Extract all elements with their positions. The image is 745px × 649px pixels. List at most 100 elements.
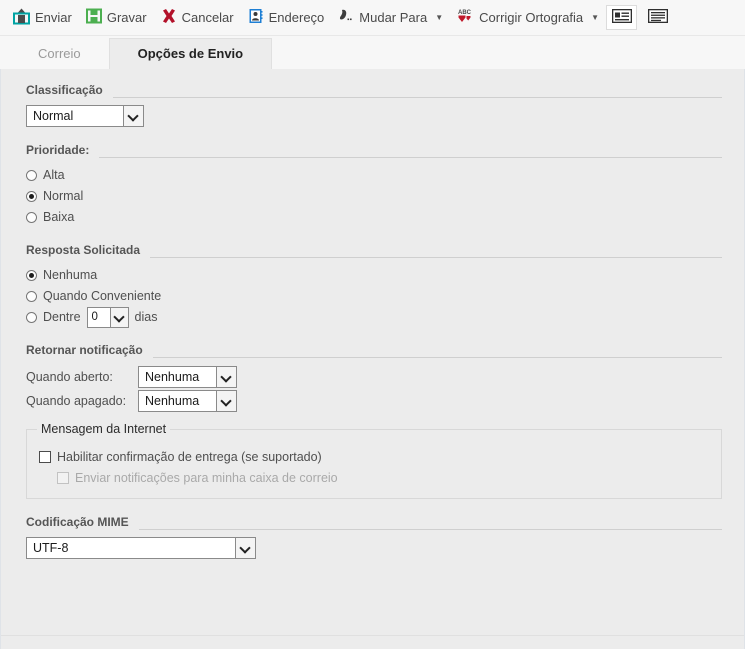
retornar-rule	[152, 356, 722, 358]
mime-select-arrow[interactable]	[235, 538, 255, 558]
resposta-label-dentre: Dentre	[43, 310, 81, 324]
resposta-dias-suffix: dias	[134, 310, 158, 324]
checkbox-label-habilitar-confirmacao: Habilitar confirmação de entrega (se sup…	[57, 449, 322, 464]
prioridade-option-normal[interactable]: Normal	[26, 186, 722, 206]
radio-alta-icon[interactable]	[26, 169, 37, 181]
checkbox-habilitar-confirmacao-icon[interactable]	[39, 450, 51, 463]
view-layout-side-button[interactable]	[606, 5, 638, 30]
classificacao-select-value: Normal	[33, 109, 74, 123]
toolbar-button-gravar[interactable]: Gravar	[79, 5, 154, 30]
retornar-select-aberto-arrow[interactable]	[216, 367, 236, 387]
retornar-row-aberto: Quando aberto: Nenhuma	[26, 365, 722, 389]
svg-text:ABC: ABC	[458, 10, 472, 16]
toolbar-label-gravar: Gravar	[106, 10, 147, 25]
main-toolbar: Enviar Gravar Cancelar Endereço Mudar Pa…	[0, 0, 745, 36]
toolbar-label-cancelar: Cancelar	[181, 10, 234, 25]
toolbar-button-cancelar[interactable]: Cancelar	[154, 5, 241, 30]
chevron-down-icon[interactable]: ▼	[435, 13, 443, 22]
resposta-option-quando-conveniente[interactable]: Quando Conveniente	[26, 286, 722, 306]
toolbar-label-mudar-para: Mudar Para	[359, 10, 428, 25]
checkbox-row-habilitar-confirmacao[interactable]: Habilitar confirmação de entrega (se sup…	[39, 446, 721, 467]
section-classificacao: Classificação Normal	[26, 83, 722, 127]
toolbar-button-enviar[interactable]: Enviar	[6, 5, 79, 31]
cancel-icon	[161, 8, 177, 27]
toolbar-button-endereco[interactable]: Endereço	[241, 5, 332, 30]
resposta-label-quando-conveniente: Quando Conveniente	[43, 289, 162, 303]
retornar-select-aberto[interactable]: Nenhuma	[138, 366, 237, 388]
prioridade-rule	[99, 156, 722, 158]
view-layout-side-icon	[611, 8, 632, 26]
retornar-select-aberto-value: Nenhuma	[145, 370, 200, 384]
mensagem-internet-body: Habilitar confirmação de entrega (se sup…	[27, 430, 721, 488]
toolbar-button-mudar-para[interactable]: Mudar Para ▼	[331, 5, 450, 30]
checkbox-enviar-notificacoes-icon	[57, 471, 69, 484]
toolbar-button-corrigir-ortografia[interactable]: ABC Corrigir Ortografia ▼	[450, 5, 606, 30]
chevron-down-icon	[115, 313, 124, 322]
mime-select-value: UTF-8	[33, 541, 69, 555]
section-mensagem-internet: Mensagem da Internet Habilitar confirmaç…	[26, 422, 722, 499]
radio-quando-conveniente-icon[interactable]	[26, 290, 37, 302]
prioridade-label-alta: Alta	[43, 168, 65, 182]
radio-nenhuma-icon[interactable]	[26, 269, 37, 281]
tab-bar: Correio Opções de Envio	[0, 36, 745, 69]
retornar-select-apagado[interactable]: Nenhuma	[138, 390, 237, 412]
toolbar-label-endereco: Endereço	[268, 10, 325, 25]
mime-title: Codificação MIME	[26, 515, 129, 529]
save-icon	[85, 8, 102, 27]
resposta-label-nenhuma: Nenhuma	[43, 268, 98, 282]
prioridade-label-baixa: Baixa	[43, 210, 75, 224]
send-icon	[13, 8, 30, 28]
retornar-caption-aberto: Quando aberto:	[26, 370, 113, 384]
classificacao-select-arrow[interactable]	[123, 106, 143, 126]
classificacao-header: Classificação	[26, 83, 722, 98]
radio-normal-icon[interactable]	[26, 190, 37, 202]
resposta-dias-value: 0	[91, 311, 98, 323]
resposta-option-nenhuma[interactable]: Nenhuma	[26, 265, 722, 285]
classificacao-rule	[112, 96, 722, 98]
spellcheck-icon: ABC	[457, 8, 474, 27]
retornar-title: Retornar notificação	[26, 343, 143, 357]
toolbar-label-enviar: Enviar	[35, 10, 72, 25]
tab-correio[interactable]: Correio	[10, 39, 109, 69]
tab-correio-label: Correio	[38, 46, 81, 61]
chevron-down-icon	[222, 397, 231, 406]
panel-bottom-divider	[1, 635, 744, 636]
prioridade-option-baixa[interactable]: Baixa	[26, 207, 722, 227]
section-retornar-notificacao: Retornar notificação Quando aberto: Nenh…	[26, 343, 722, 413]
tab-opcoes-de-envio[interactable]: Opções de Envio	[108, 38, 273, 69]
chevron-down-icon	[129, 112, 138, 121]
prioridade-label-normal: Normal	[43, 189, 84, 203]
resposta-dias-select[interactable]: 0	[86, 306, 129, 328]
chevron-down-icon	[222, 373, 231, 382]
toolbar-label-corrigir-ortografia: Corrigir Ortografia	[479, 10, 584, 25]
resposta-dias-arrow[interactable]	[109, 307, 128, 327]
mime-header: Codificação MIME	[26, 515, 722, 530]
mime-rule	[138, 528, 722, 530]
chevron-down-icon[interactable]: ▼	[591, 13, 599, 22]
radio-baixa-icon[interactable]	[26, 211, 37, 223]
retornar-select-apagado-arrow[interactable]	[216, 391, 236, 411]
chevron-down-icon	[241, 544, 250, 553]
resposta-rule	[150, 256, 722, 258]
radio-dentre-icon[interactable]	[26, 311, 37, 323]
classificacao-select[interactable]: Normal	[26, 105, 144, 127]
tab-opcoes-de-envio-label: Opções de Envio	[137, 46, 244, 61]
classificacao-title: Classificação	[26, 83, 103, 97]
retornar-caption-apagado: Quando apagado:	[26, 394, 127, 408]
mime-select[interactable]: UTF-8	[26, 537, 256, 559]
resposta-header: Resposta Solicitada	[26, 243, 722, 258]
section-resposta-solicitada: Resposta Solicitada Nenhuma Quando Conve…	[26, 243, 722, 328]
panel-inner: Classificação Normal Prioridade: Alta No…	[1, 83, 744, 559]
prioridade-header: Prioridade:	[26, 143, 722, 158]
view-layout-lines-button[interactable]	[642, 5, 673, 30]
checkbox-label-enviar-notificacoes: Enviar notificações para minha caixa de …	[75, 470, 338, 485]
checkbox-row-enviar-notificacoes: Enviar notificações para minha caixa de …	[39, 467, 721, 488]
retornar-select-apagado-value: Nenhuma	[145, 394, 200, 408]
prioridade-option-alta[interactable]: Alta	[26, 165, 722, 185]
resposta-option-dentre[interactable]: Dentre 0 dias	[26, 306, 722, 328]
change-to-icon	[338, 8, 354, 27]
address-book-icon	[248, 8, 264, 27]
view-layout-button-group	[606, 5, 743, 30]
send-options-panel: Classificação Normal Prioridade: Alta No…	[0, 69, 745, 649]
view-layout-lines-icon	[647, 8, 668, 26]
